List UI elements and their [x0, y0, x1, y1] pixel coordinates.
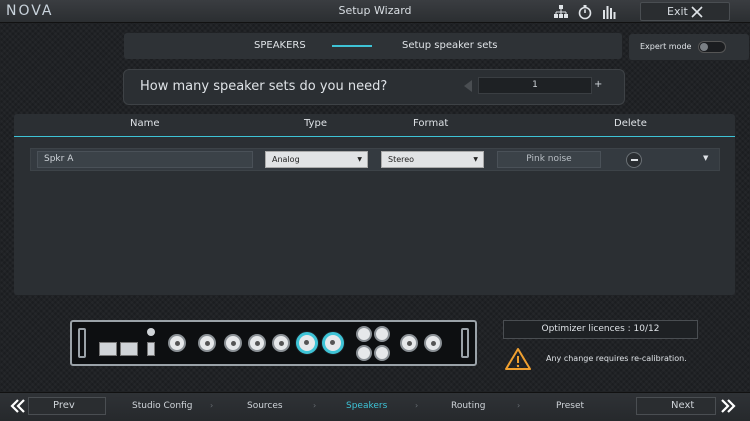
speakon-connector-icon — [374, 326, 390, 342]
step-connector — [332, 45, 372, 47]
close-icon — [691, 6, 703, 18]
column-header-type: Type — [304, 118, 327, 129]
expand-row-icon[interactable]: ▼ — [703, 154, 708, 162]
column-header-name: Name — [130, 118, 160, 129]
format-value: Stereo — [388, 155, 415, 164]
nav-step-speakers[interactable]: Speakers — [346, 401, 387, 411]
rack-ear-right — [461, 328, 469, 358]
format-select[interactable]: Stereo ▼ — [381, 151, 484, 168]
exit-label: Exit — [667, 5, 688, 18]
ethernet-port-icon — [99, 342, 117, 356]
step-header: SPEAKERS Setup speaker sets — [124, 33, 622, 59]
dropdown-caret-icon: ▼ — [357, 156, 362, 163]
expert-mode-label: Expert mode — [640, 42, 692, 51]
nav-step-routing[interactable]: Routing — [451, 401, 486, 411]
toggle-knob — [700, 43, 708, 51]
minus-icon — [631, 159, 638, 161]
xlr-connector-selected-icon — [322, 332, 344, 354]
column-header-delete: Delete — [614, 118, 647, 129]
nav-step-sources[interactable]: Sources — [247, 401, 283, 411]
xlr-connector-icon — [248, 334, 266, 352]
xlr-connector-icon — [424, 334, 442, 352]
optimizer-licences-badge: Optimizer licences : 10/12 — [503, 320, 698, 339]
rack-ear-left — [78, 328, 86, 358]
next-button[interactable]: Next — [636, 397, 716, 415]
prev-label: Prev — [53, 400, 75, 411]
recalibration-warning: Any change requires re-calibration. — [546, 354, 687, 363]
table-row: Spkr A Analog ▼ Stereo ▼ Pink noise ▼ — [30, 148, 720, 171]
section-title: SPEAKERS — [254, 40, 306, 51]
warning-icon — [505, 348, 531, 370]
speakon-connector-icon — [356, 345, 372, 361]
xlr-connector-selected-icon — [296, 332, 318, 354]
type-select[interactable]: Analog ▼ — [265, 151, 368, 168]
chevron-right-icon: › — [210, 401, 214, 410]
next-label: Next — [671, 400, 695, 411]
expert-mode-panel: Expert mode — [629, 34, 749, 60]
double-chevron-left-icon[interactable] — [10, 399, 26, 413]
chevron-right-icon: › — [415, 401, 419, 410]
power-led-icon — [147, 328, 155, 336]
xlr-connector-icon — [168, 334, 186, 352]
expert-mode-toggle[interactable] — [698, 41, 726, 53]
pink-noise-button[interactable]: Pink noise — [497, 151, 601, 168]
network-icon[interactable] — [553, 4, 569, 20]
prev-button[interactable]: Prev — [28, 397, 106, 415]
chevron-right-icon: › — [517, 401, 521, 410]
xlr-connector-icon — [272, 334, 290, 352]
window-title: Setup Wizard — [338, 4, 412, 17]
xlr-connector-icon — [400, 334, 418, 352]
increment-button[interactable]: + — [594, 79, 602, 90]
speaker-count-panel: How many speaker sets do you need? 1 + — [123, 69, 625, 105]
type-value: Analog — [272, 155, 300, 164]
xlr-connector-icon — [198, 334, 216, 352]
usb-port-icon — [147, 342, 155, 356]
title-bar: NOVA Setup Wizard Exit — [0, 0, 750, 23]
wizard-navigation: Prev Studio Config › Sources › Speakers … — [0, 392, 750, 421]
speaker-count-input[interactable]: 1 — [478, 77, 592, 94]
speaker-sets-table: Name Type Format Delete Spkr A Analog ▼ … — [14, 114, 735, 295]
speakon-connector-icon — [356, 326, 372, 342]
levels-icon[interactable] — [601, 4, 617, 20]
table-header: Name Type Format Delete — [14, 114, 735, 137]
delete-row-button[interactable] — [626, 152, 642, 168]
nav-step-studio-config[interactable]: Studio Config — [132, 401, 192, 411]
exit-button[interactable]: Exit — [640, 2, 730, 21]
nav-step-preset[interactable]: Preset — [556, 401, 584, 411]
double-chevron-right-icon[interactable] — [720, 399, 736, 413]
device-rear-panel — [70, 320, 477, 366]
dropdown-caret-icon: ▼ — [473, 156, 478, 163]
column-header-format: Format — [413, 118, 449, 129]
ethernet-port-icon — [120, 342, 138, 356]
timer-icon[interactable] — [577, 4, 593, 20]
decrement-button[interactable] — [464, 80, 472, 92]
speakon-connector-icon — [374, 345, 390, 361]
speaker-name-input[interactable]: Spkr A — [37, 151, 253, 168]
xlr-connector-icon — [224, 334, 242, 352]
speaker-count-question: How many speaker sets do you need? — [140, 79, 388, 94]
sub-step-title: Setup speaker sets — [402, 40, 498, 51]
chevron-right-icon: › — [313, 401, 317, 410]
